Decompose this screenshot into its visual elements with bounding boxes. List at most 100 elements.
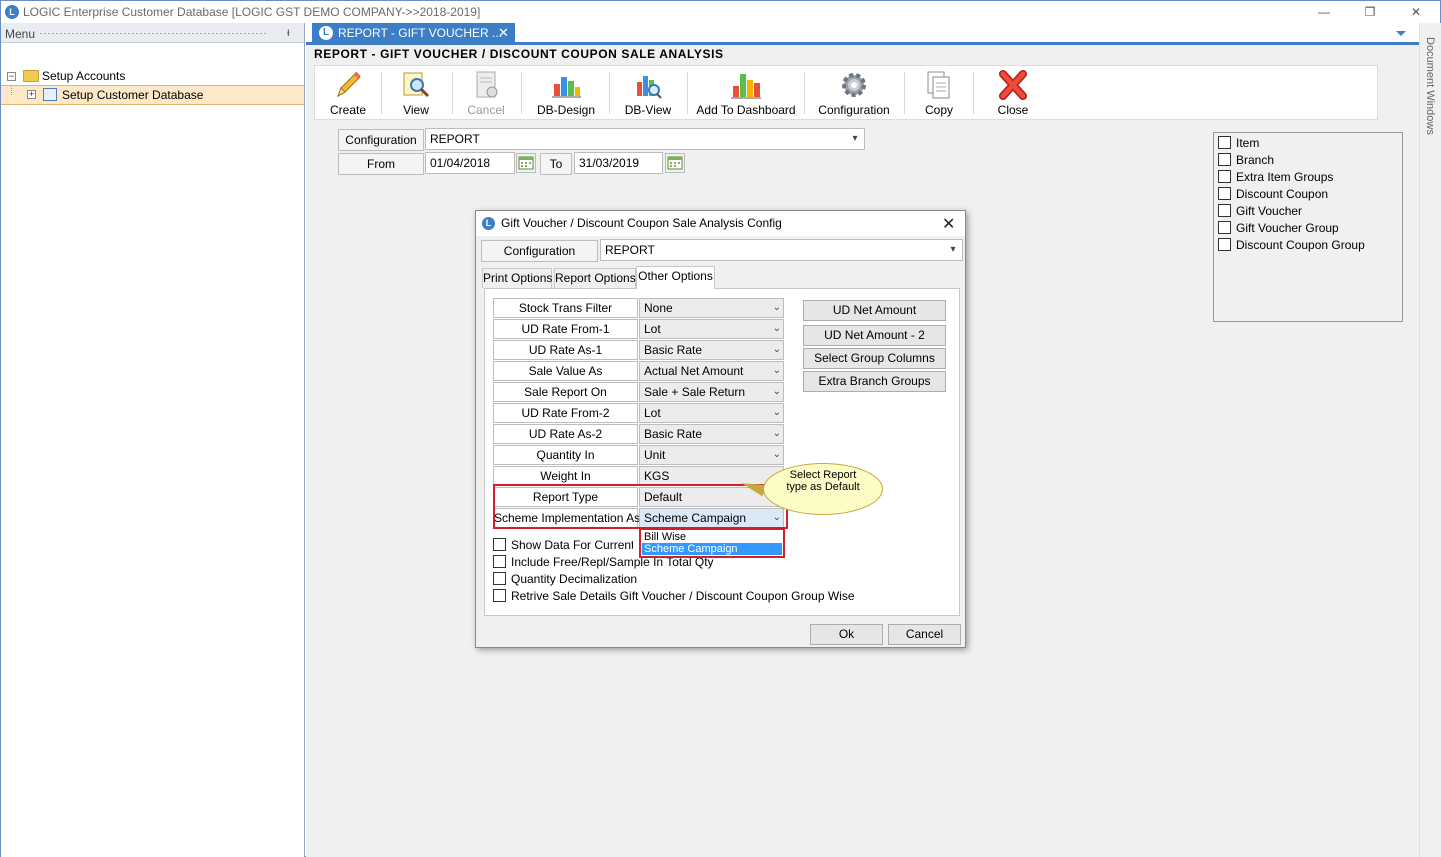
form-icon [43, 88, 57, 101]
window-close-button[interactable]: ✕ [1401, 3, 1431, 21]
db-design-icon [552, 77, 581, 98]
pencil-icon [337, 71, 361, 98]
checkbox[interactable] [493, 589, 506, 602]
from-calendar-icon[interactable] [516, 153, 536, 173]
param-label: Stock Trans Filter [493, 298, 638, 318]
toolbar-separator [804, 72, 805, 114]
ud-rate-from-2-select[interactable]: Lot ⌄ [639, 403, 784, 423]
menu-header: Menu ᵻ [1, 23, 304, 43]
dialog-title: Gift Voucher / Discount Coupon Sale Anal… [501, 216, 782, 230]
from-date-field[interactable]: 01/04/2018 [425, 152, 515, 174]
toolbar-button-label: Configuration [818, 103, 890, 117]
show-data-current-branch-checkbox[interactable]: Show Data For Current Bra [493, 537, 633, 554]
chevron-down-icon[interactable]: ▾ [946, 240, 960, 260]
toolbar-button-label: DB-Design [536, 103, 596, 117]
restore-button[interactable]: ❐ [1355, 3, 1385, 21]
tree-item-setup-customer-database[interactable]: + Setup Customer Database [1, 85, 304, 105]
other-options-panel: Stock Trans Filter None ⌄ UD Rate From-1 … [484, 288, 960, 616]
folder-icon [23, 70, 39, 82]
tab-report-options[interactable]: Report Options [554, 268, 636, 288]
dialog-configuration-value: REPORT [605, 243, 655, 257]
select-group-columns-button[interactable]: Select Group Columns [803, 348, 946, 369]
checkbox[interactable] [493, 555, 506, 568]
checkbox[interactable] [1218, 221, 1231, 234]
checkbox[interactable] [1218, 238, 1231, 251]
to-calendar-icon[interactable] [665, 153, 685, 173]
configuration-button[interactable]: Configuration [807, 66, 901, 121]
checkbox[interactable] [1218, 204, 1231, 217]
ud-net-amount-button[interactable]: UD Net Amount [803, 300, 946, 321]
instruction-callout: Select Report type as Default [763, 463, 883, 515]
close-toolbar-button[interactable]: Close [979, 66, 1047, 121]
db-view-icon [637, 76, 662, 99]
checkbox[interactable] [493, 538, 506, 551]
ud-rate-from-1-select[interactable]: Lot ⌄ [639, 319, 784, 339]
toolbar-button-label: DB-View [624, 103, 672, 117]
stock-trans-filter-select[interactable]: None ⌄ [639, 298, 784, 318]
tree-item-label: Setup Customer Database [62, 88, 204, 102]
collapse-icon[interactable]: − [7, 72, 16, 81]
extra-branch-groups-button[interactable]: Extra Branch Groups [803, 371, 946, 392]
create-button[interactable]: Create [317, 66, 379, 121]
tab-close-icon[interactable]: ✕ [498, 25, 509, 41]
to-date-field[interactable]: 31/03/2019 [574, 152, 663, 174]
dialog-close-button[interactable]: ✕ [942, 214, 955, 234]
chevron-down-icon: ⌄ [772, 386, 781, 397]
cancel-toolbar-button[interactable]: Cancel [455, 66, 517, 121]
dropdown-option-scheme-campaign[interactable]: Scheme Campaign [642, 543, 782, 555]
pin-icon[interactable]: ᵻ [287, 25, 290, 39]
checkbox[interactable] [493, 572, 506, 585]
checkbox[interactable] [1218, 153, 1231, 166]
toolbar-separator [904, 72, 905, 114]
tab-other-options[interactable]: Other Options [636, 266, 715, 289]
title-bar: L LOGIC Enterprise Customer Database [LO… [1, 1, 1440, 23]
configuration-select[interactable]: REPORT ▾ [425, 128, 865, 150]
configuration-value: REPORT [430, 132, 480, 146]
db-view-button[interactable]: DB-View [613, 66, 683, 121]
expand-icon[interactable]: + [27, 90, 36, 99]
ud-rate-as-1-select[interactable]: Basic Rate ⌄ [639, 340, 784, 360]
gear-icon [842, 73, 866, 97]
sale-report-on-select[interactable]: Sale + Sale Return ⌄ [639, 382, 784, 402]
checkbox[interactable] [1218, 136, 1231, 149]
quantity-in-select[interactable]: Unit ⌄ [639, 445, 784, 465]
chevron-down-icon: ⌄ [772, 302, 781, 313]
toolbar-separator [452, 72, 453, 114]
checkbox[interactable] [1218, 170, 1231, 183]
dialog-configuration-label: Configuration [481, 240, 598, 262]
cancel-button[interactable]: Cancel [888, 624, 961, 645]
checkbox[interactable] [1218, 187, 1231, 200]
dialog-configuration-select[interactable]: REPORT ▾ [600, 239, 963, 261]
tab-print-options[interactable]: Print Options [482, 268, 552, 288]
toolbar: Create View Cancel DB-Design DB-View Add… [314, 65, 1378, 120]
cancel-doc-icon [476, 71, 498, 98]
tab-report-gift-voucher[interactable]: L REPORT - GIFT VOUCHER ... ✕ [312, 23, 515, 44]
param-label: Weight In [493, 466, 638, 486]
application-window: L LOGIC Enterprise Customer Database [LO… [0, 0, 1441, 857]
add-to-dashboard-button[interactable]: Add To Dashboard [691, 66, 801, 121]
report-title: REPORT - GIFT VOUCHER / DISCOUNT COUPON … [314, 47, 724, 61]
highlight-box [493, 484, 788, 529]
copy-button[interactable]: Copy [907, 66, 971, 121]
tab-list-dropdown-icon[interactable] [1396, 31, 1406, 36]
param-label: UD Rate From-2 [493, 403, 638, 423]
toolbar-separator [609, 72, 610, 114]
chevron-down-icon[interactable]: ▾ [848, 129, 862, 149]
document-windows-panel[interactable]: Document Windows [1419, 23, 1441, 857]
from-label: From [338, 153, 424, 175]
scheme-dropdown-list: Bill Wise Scheme Campaign [639, 528, 785, 558]
ok-button[interactable]: Ok [810, 624, 883, 645]
dropdown-option-bill-wise[interactable]: Bill Wise [642, 531, 782, 543]
db-design-button[interactable]: DB-Design [525, 66, 607, 121]
sale-value-as-select[interactable]: Actual Net Amount ⌄ [639, 361, 784, 381]
toolbar-button-label: Close [997, 103, 1029, 117]
to-label: To [540, 153, 572, 175]
param-label: Sale Value As [493, 361, 638, 381]
minimize-button[interactable]: — [1309, 3, 1339, 21]
red-x-icon [999, 70, 1027, 100]
dialog-title-bar: L Gift Voucher / Discount Coupon Sale An… [476, 211, 965, 236]
view-button[interactable]: View [385, 66, 447, 121]
ud-net-amount-2-button[interactable]: UD Net Amount - 2 [803, 325, 946, 346]
ud-rate-as-2-select[interactable]: Basic Rate ⌄ [639, 424, 784, 444]
tree-item-setup-accounts[interactable]: − Setup Accounts [1, 67, 304, 86]
